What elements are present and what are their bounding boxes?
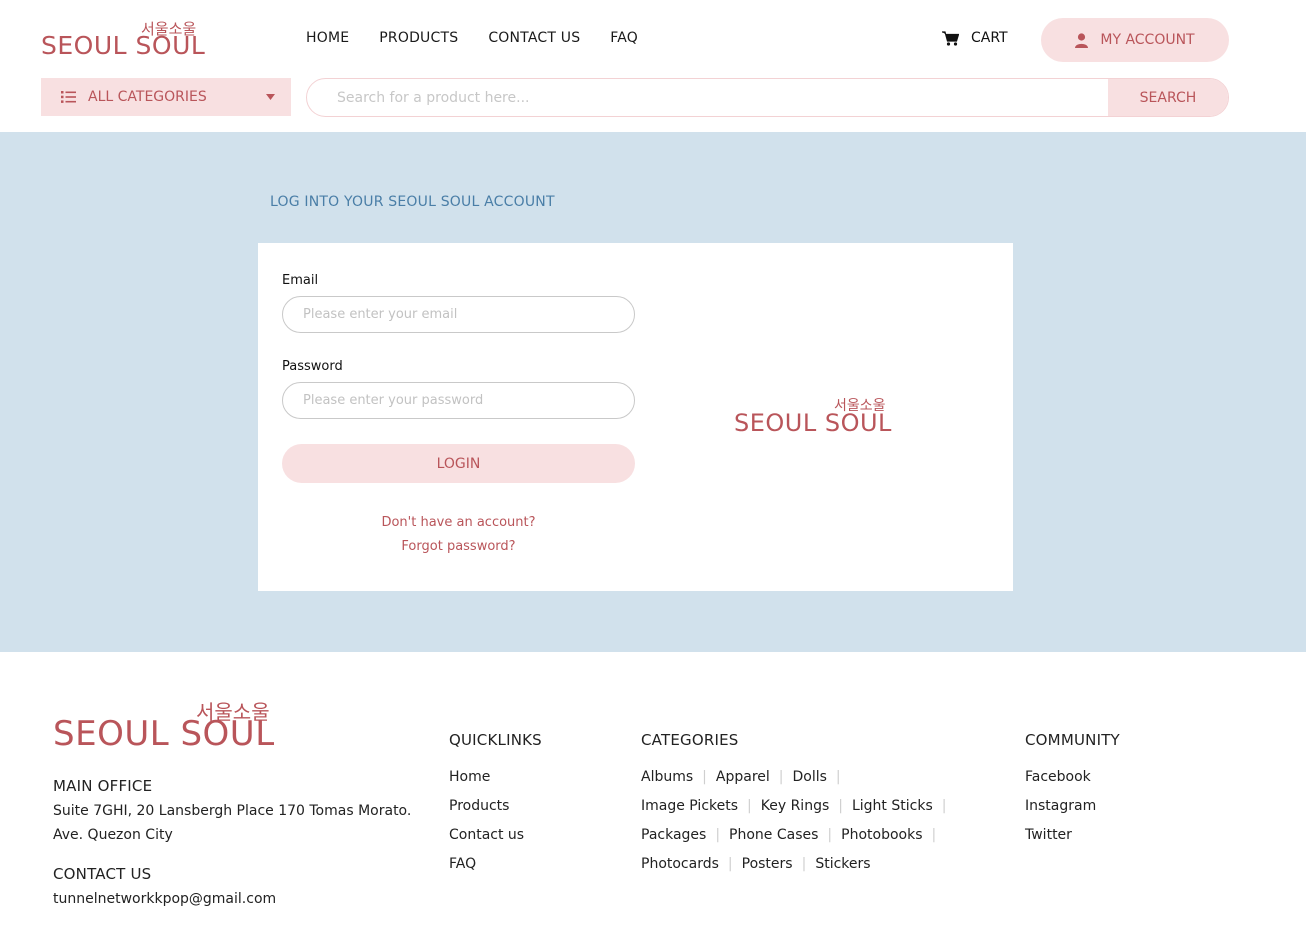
category-link[interactable]: Posters xyxy=(742,850,793,879)
my-account-label: MY ACCOUNT xyxy=(1100,32,1195,48)
search-input[interactable] xyxy=(307,79,1110,116)
category-link[interactable]: Phone Cases xyxy=(729,821,818,850)
separator: | xyxy=(727,856,733,872)
user-icon xyxy=(1075,32,1089,48)
site-header: 서울소울 SEOUL SOUL HOME PRODUCTS CONTACT US… xyxy=(0,0,1306,132)
my-account-button[interactable]: MY ACCOUNT xyxy=(1041,18,1229,62)
quicklinks-list: Home Products Contact us FAQ xyxy=(449,763,524,879)
separator: | xyxy=(835,769,841,785)
quicklink-products[interactable]: Products xyxy=(449,792,524,821)
password-field[interactable] xyxy=(282,382,635,419)
nav-contact-us[interactable]: CONTACT US xyxy=(488,30,580,46)
category-link[interactable]: Albums xyxy=(641,763,693,792)
password-label: Password xyxy=(282,359,343,374)
community-facebook[interactable]: Facebook xyxy=(1025,763,1096,792)
caret-down-icon xyxy=(266,94,275,100)
community-list: Facebook Instagram Twitter xyxy=(1025,763,1096,850)
footer-logo-english: SEOUL SOUL xyxy=(53,714,275,754)
separator: | xyxy=(702,769,707,785)
site-footer: 서울소울 SEOUL SOUL MAIN OFFICE Suite 7GHI, … xyxy=(0,652,1306,931)
separator: | xyxy=(801,856,807,872)
separator: | xyxy=(838,798,843,814)
community-twitter[interactable]: Twitter xyxy=(1025,821,1096,850)
card-brand-logo: 서울소울 SEOUL SOUL xyxy=(734,395,894,439)
quicklinks-heading: QUICKLINKS xyxy=(449,731,542,749)
list-icon xyxy=(61,91,76,103)
cart-icon xyxy=(942,30,959,46)
nav-faq[interactable]: FAQ xyxy=(610,30,638,46)
category-link[interactable]: Stickers xyxy=(815,850,870,879)
community-heading: COMMUNITY xyxy=(1025,731,1120,749)
nav-home[interactable]: HOME xyxy=(306,30,349,46)
login-section: LOG INTO YOUR SEOUL SOUL ACCOUNT Email P… xyxy=(0,132,1306,652)
card-logo-english: SEOUL SOUL xyxy=(734,409,892,437)
category-row: Photocards | Posters | Stickers xyxy=(641,850,955,879)
category-link[interactable]: Dolls xyxy=(793,763,827,792)
quicklink-home[interactable]: Home xyxy=(449,763,524,792)
email-label: Email xyxy=(282,273,319,288)
category-row: Image Pickets | Key Rings | Light Sticks | xyxy=(641,792,955,821)
login-heading: LOG INTO YOUR SEOUL SOUL ACCOUNT xyxy=(270,194,555,210)
category-link[interactable]: Apparel xyxy=(716,763,770,792)
contact-heading: CONTACT US xyxy=(53,865,152,883)
address-line-2: Ave. Quezon City xyxy=(53,827,173,843)
separator: | xyxy=(747,798,752,814)
separator: | xyxy=(941,798,947,814)
nav-products[interactable]: PRODUCTS xyxy=(379,30,458,46)
category-row: Packages | Phone Cases | Photobooks | xyxy=(641,821,955,850)
address-line-1: Suite 7GHI, 20 Lansbergh Place 170 Tomas… xyxy=(53,803,412,819)
forgot-password-link[interactable]: Forgot password? xyxy=(282,539,635,554)
categories-heading: CATEGORIES xyxy=(641,731,739,749)
contact-email[interactable]: tunnelnetworkkpop@gmail.com xyxy=(53,887,276,911)
signup-link[interactable]: Don't have an account? xyxy=(282,515,635,530)
separator: | xyxy=(778,769,784,785)
separator: | xyxy=(715,827,721,843)
brand-logo-english: SEOUL SOUL xyxy=(41,31,206,60)
category-link[interactable]: Image Pickets xyxy=(641,792,738,821)
search-button[interactable]: SEARCH xyxy=(1108,79,1228,116)
category-row: Albums | Apparel | Dolls | xyxy=(641,763,955,792)
all-categories-dropdown[interactable]: ALL CATEGORIES xyxy=(41,78,291,116)
main-office-heading: MAIN OFFICE xyxy=(53,777,153,795)
main-nav: HOME PRODUCTS CONTACT US FAQ xyxy=(306,30,668,46)
separator: | xyxy=(827,827,833,843)
category-link[interactable]: Packages xyxy=(641,821,706,850)
community-instagram[interactable]: Instagram xyxy=(1025,792,1096,821)
office-address: Suite 7GHI, 20 Lansbergh Place 170 Tomas… xyxy=(53,799,411,847)
login-button[interactable]: LOGIN xyxy=(282,444,635,483)
email-field[interactable] xyxy=(282,296,635,333)
category-link[interactable]: Light Sticks xyxy=(852,792,933,821)
brand-logo[interactable]: 서울소울 SEOUL SOUL xyxy=(41,18,205,62)
separator: | xyxy=(931,827,937,843)
category-link[interactable]: Key Rings xyxy=(761,792,830,821)
footer-brand-logo[interactable]: 서울소울 SEOUL SOUL xyxy=(53,696,293,756)
all-categories-label: ALL CATEGORIES xyxy=(88,89,207,105)
quicklink-faq[interactable]: FAQ xyxy=(449,850,524,879)
cart-label: CART xyxy=(971,30,1008,46)
login-card: Email Password LOGIN Don't have an accou… xyxy=(258,243,1013,591)
category-link[interactable]: Photocards xyxy=(641,850,719,879)
cart-link[interactable]: CART xyxy=(942,30,1008,46)
search-bar: SEARCH xyxy=(306,78,1229,117)
quicklink-contact-us[interactable]: Contact us xyxy=(449,821,524,850)
categories-list: Albums | Apparel | Dolls | Image Pickets | K… xyxy=(641,763,955,879)
category-link[interactable]: Photobooks xyxy=(841,821,922,850)
